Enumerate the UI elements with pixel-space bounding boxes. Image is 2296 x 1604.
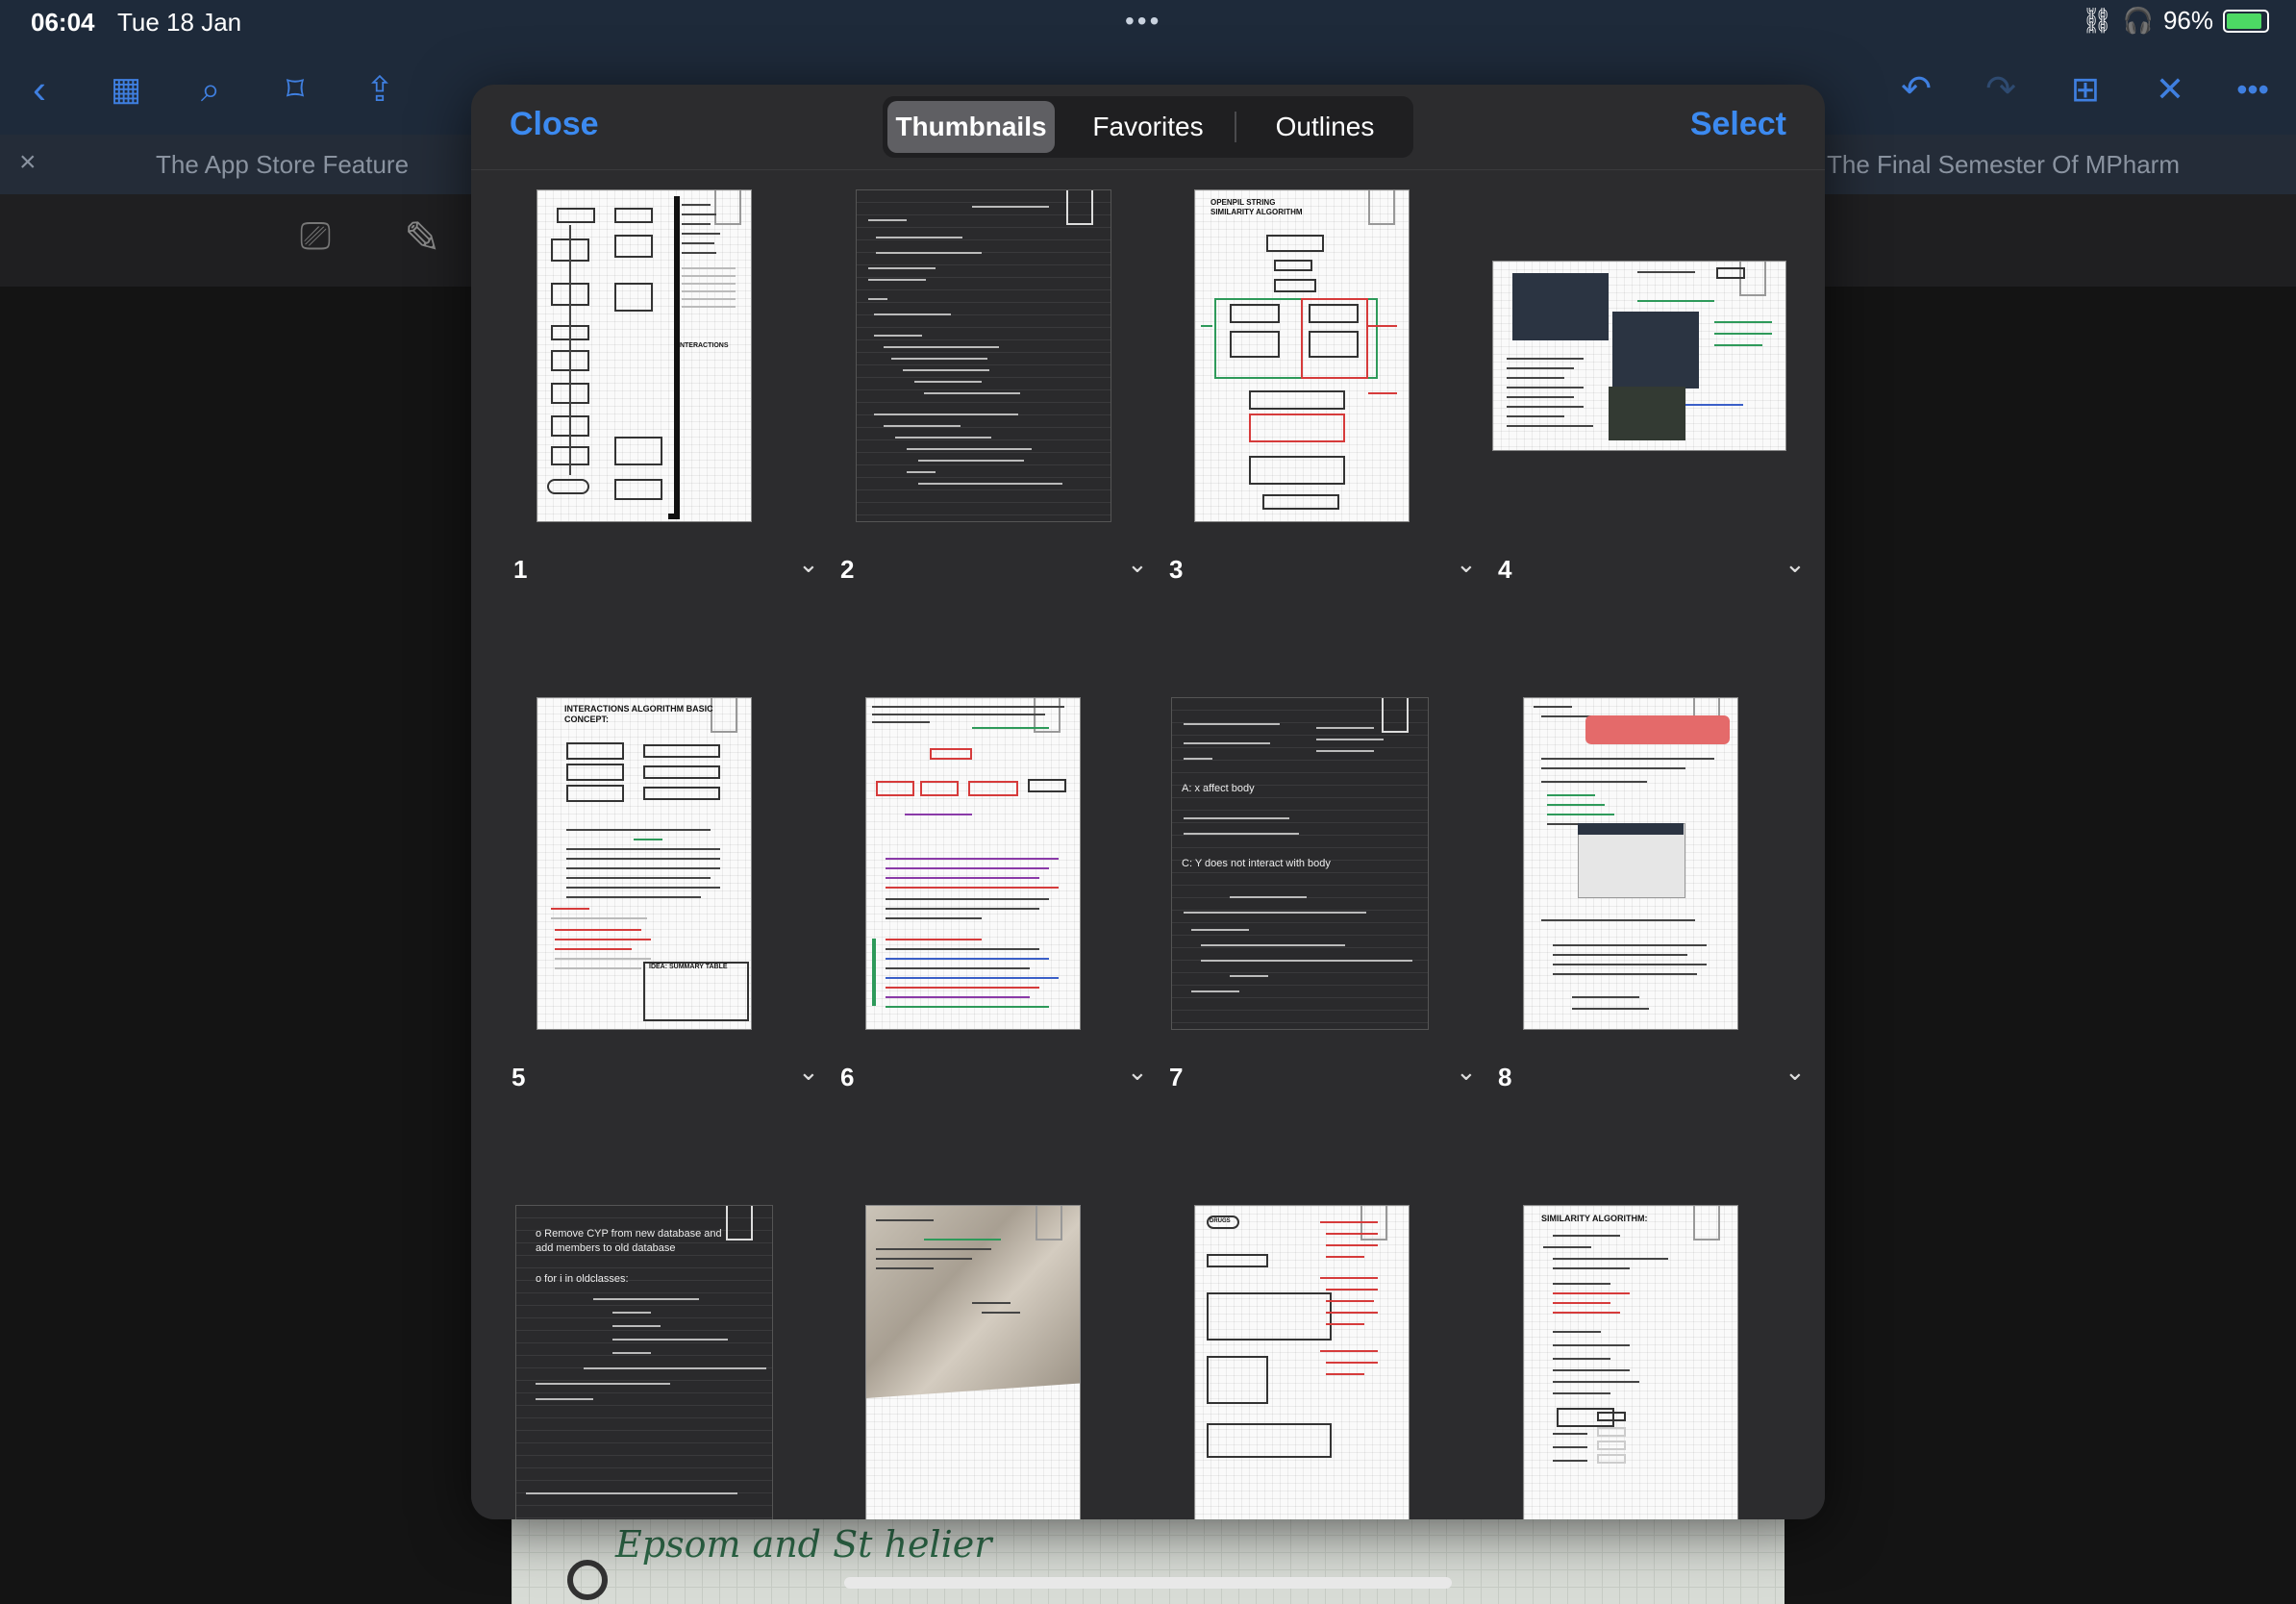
page-navigator-modal: Close Thumbnails Favorites Outlines Sele… bbox=[471, 85, 1825, 1519]
close-edit-icon[interactable]: ✕ bbox=[2144, 63, 2196, 115]
redo-icon[interactable]: ↷ bbox=[1975, 63, 2027, 115]
tab-thumbnails[interactable]: Thumbnails bbox=[887, 101, 1055, 153]
status-date: Tue 18 Jan bbox=[117, 8, 242, 37]
page-thumbnail-2[interactable]: 2 ⌄ bbox=[829, 189, 1158, 593]
status-indicators: ⛓ 🎧 96% bbox=[2082, 6, 2269, 36]
share-icon[interactable]: ⇪ bbox=[354, 63, 406, 115]
select-button[interactable]: Select bbox=[1690, 106, 1786, 143]
page-thumbnail-1[interactable]: INTERACTIONS 1 ⌄ bbox=[500, 189, 829, 593]
page-thumbnail-7[interactable]: A: x affect body C: Y does not interact … bbox=[1158, 697, 1486, 1101]
grid-view-icon[interactable]: ▦ bbox=[100, 63, 152, 115]
page-number: 6 bbox=[840, 1063, 855, 1091]
chevron-down-icon[interactable]: ⌄ bbox=[798, 549, 819, 579]
tab-favorites[interactable]: Favorites bbox=[1064, 101, 1232, 153]
close-button[interactable]: Close bbox=[510, 106, 599, 143]
page-number: 8 bbox=[1498, 1063, 1512, 1091]
home-indicator[interactable] bbox=[844, 1577, 1452, 1589]
link-icon: ⛓ bbox=[2081, 6, 2113, 35]
page-thumbnail-4[interactable]: 4 ⌄ bbox=[1486, 189, 1815, 593]
thumb-text-line: o Remove CYP from new database and add m… bbox=[536, 1228, 722, 1254]
more-icon[interactable]: ••• bbox=[2227, 63, 2279, 115]
bullet-circle-icon bbox=[567, 1560, 608, 1600]
status-bar: 06:04 Tue 18 Jan ••• ⛓ 🎧 96% bbox=[0, 0, 2296, 46]
thumb-label: INTERACTIONS bbox=[678, 342, 729, 349]
chevron-down-icon[interactable]: ⌄ bbox=[1456, 549, 1477, 579]
chevron-down-icon[interactable]: ⌄ bbox=[798, 1057, 819, 1087]
thumb-label: IDEA: SUMMARY TABLE bbox=[649, 964, 728, 970]
thumb-title: INTERACTIONS ALGORITHM BASIC CONCEPT: bbox=[564, 704, 713, 724]
undo-icon[interactable]: ↶ bbox=[1890, 63, 1942, 115]
chevron-down-icon[interactable]: ⌄ bbox=[1456, 1057, 1477, 1087]
status-time: 06:04 bbox=[31, 8, 95, 37]
page-number: 4 bbox=[1498, 555, 1512, 584]
battery-percent: 96% bbox=[2162, 6, 2213, 35]
thumb-text-line: o for i in oldclasses: bbox=[536, 1273, 629, 1285]
chevron-down-icon[interactable]: ⌄ bbox=[1127, 1057, 1148, 1087]
tab-outlines[interactable]: Outlines bbox=[1241, 101, 1409, 153]
thumb-title: SIMILARITY ALGORITHM: bbox=[1541, 1214, 1648, 1223]
tab-final-semester[interactable]: The Final Semester Of MPharm bbox=[1827, 150, 2180, 180]
thumb-text-line: A: x affect body bbox=[1182, 783, 1255, 794]
reading-mode-icon[interactable]: ⎚ bbox=[300, 215, 331, 259]
page-thumbnail-3[interactable]: OPENPIL STRING SIMILARITY ALGORITHM 3 ⌄ bbox=[1158, 189, 1486, 593]
page-number: 2 bbox=[840, 555, 855, 584]
tab-app-store-feature[interactable]: The App Store Feature bbox=[156, 150, 409, 180]
page-number: 3 bbox=[1169, 555, 1184, 584]
battery-icon bbox=[2223, 9, 2269, 33]
add-page-icon[interactable]: ⊞ bbox=[2059, 63, 2111, 115]
view-segmented-control: Thumbnails Favorites Outlines bbox=[883, 96, 1413, 158]
multitasking-dots-icon[interactable]: ••• bbox=[1125, 6, 1161, 37]
page-thumbnail-9[interactable]: o Remove CYP from new database and add m… bbox=[500, 1205, 829, 1519]
thumb-text-line: C: Y does not interact with body bbox=[1182, 858, 1331, 869]
chevron-down-icon[interactable]: ⌄ bbox=[1784, 1057, 1806, 1087]
page-thumbnail-11[interactable]: DRUGS 11 bbox=[1158, 1205, 1486, 1519]
bookmark-icon[interactable]: ⌑ bbox=[269, 63, 321, 115]
search-icon[interactable]: ⌕ bbox=[185, 63, 237, 115]
thumb-title: OPENPIL STRING SIMILARITY ALGORITHM bbox=[1210, 198, 1303, 216]
modal-header: Close Thumbnails Favorites Outlines Sele… bbox=[471, 85, 1825, 170]
background-handwriting: Epsom and St helier bbox=[615, 1523, 992, 1566]
page-number: 1 bbox=[513, 555, 528, 584]
chevron-down-icon[interactable]: ⌄ bbox=[1784, 549, 1806, 579]
back-icon[interactable]: ‹ bbox=[13, 63, 65, 115]
thumbnail-grid: INTERACTIONS 1 ⌄ 2 ⌄ OPENPIL STRING SIMI… bbox=[471, 170, 1825, 1519]
thumb-label: DRUGS bbox=[1210, 1218, 1231, 1224]
page-thumbnail-10[interactable]: 10 bbox=[829, 1205, 1158, 1519]
page-thumbnail-12[interactable]: SIMILARITY ALGORITHM: bbox=[1486, 1205, 1815, 1519]
page-thumbnail-6[interactable]: 6 ⌄ bbox=[829, 697, 1158, 1101]
page-number: 5 bbox=[512, 1063, 526, 1091]
page-thumbnail-8[interactable]: 8 ⌄ bbox=[1486, 697, 1815, 1101]
page-thumbnail-5[interactable]: INTERACTIONS ALGORITHM BASIC CONCEPT: ID… bbox=[500, 697, 829, 1101]
chevron-down-icon[interactable]: ⌄ bbox=[1127, 549, 1148, 579]
pen-tool-icon[interactable]: ✎ bbox=[404, 212, 441, 263]
page-number: 7 bbox=[1169, 1063, 1184, 1091]
headphones-icon: 🎧 bbox=[2122, 6, 2154, 35]
tab-close-icon[interactable]: × bbox=[19, 146, 37, 179]
